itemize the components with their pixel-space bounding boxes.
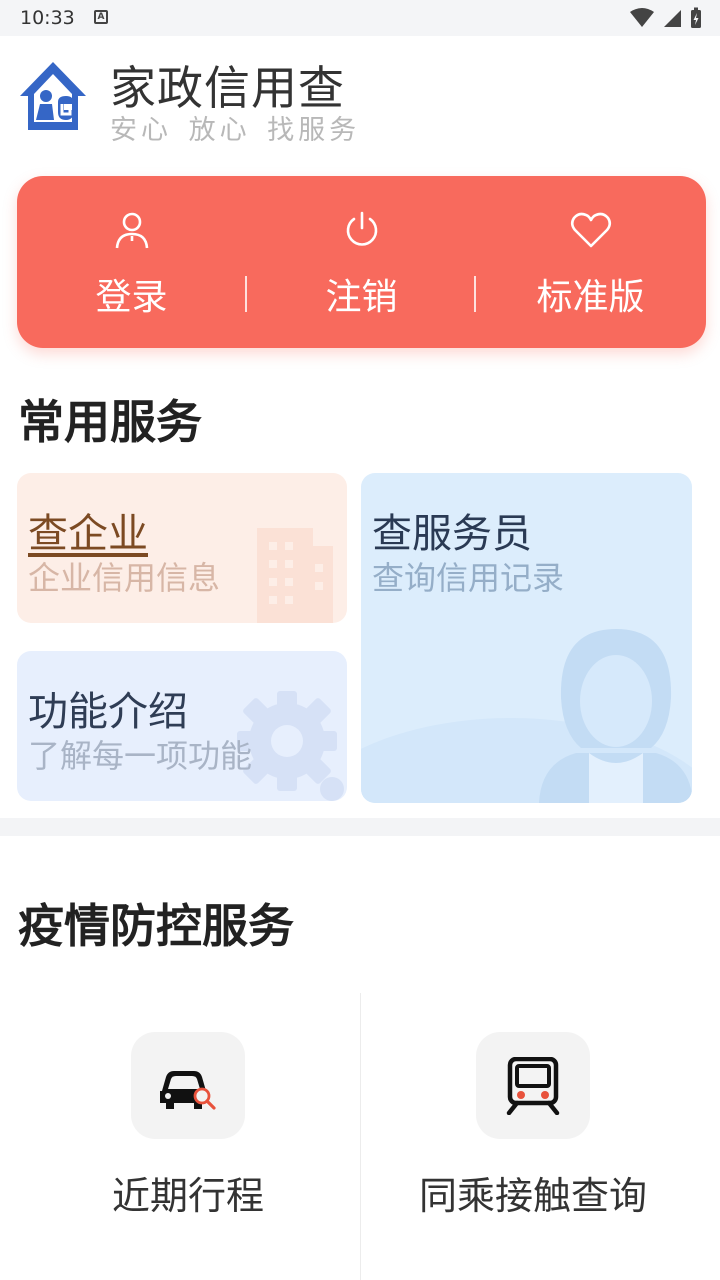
app-header: 家政信用查 安心 放心 找服务 <box>0 36 720 156</box>
recent-trips-icon-box <box>131 1032 245 1139</box>
staff-search-subtitle: 查询信用记录 <box>372 559 565 597</box>
status-bar: 10:33 A <box>0 0 720 36</box>
power-icon <box>346 211 377 246</box>
signal-icon <box>664 10 681 27</box>
login-button[interactable]: 登录 <box>17 176 246 348</box>
feature-intro-subtitle: 了解每一项功能 <box>28 737 253 775</box>
co-passenger-icon-box <box>476 1032 590 1139</box>
staff-search-title: 查服务员 <box>372 511 532 557</box>
company-search-title: 查企业 <box>28 511 148 557</box>
feature-intro-title: 功能介绍 <box>28 689 188 735</box>
epidemic-services-grid: 近期行程 同乘接触查询 <box>0 993 720 1280</box>
notification-a-icon: A <box>94 10 108 24</box>
app-slogan: 安心 放心 找服务 <box>110 115 361 146</box>
standard-version-button[interactable]: 标准版 <box>476 176 705 348</box>
logout-button[interactable]: 注销 <box>247 176 476 348</box>
feature-intro-tile[interactable]: 功能介绍 了解每一项功能 <box>17 651 347 801</box>
epidemic-services-title: 疫情防控服务 <box>18 899 294 953</box>
co-passenger-query-item[interactable]: 同乘接触查询 <box>353 993 713 1280</box>
house-logo-icon <box>20 62 86 130</box>
common-services-title: 常用服务 <box>18 395 202 449</box>
status-time: 10:33 <box>20 7 75 29</box>
heart-icon <box>570 212 611 248</box>
account-action-card: 登录 注销 标准版 <box>17 176 706 348</box>
company-search-tile[interactable]: 查企业 企业信用信息 <box>17 473 347 623</box>
logout-label: 注销 <box>325 277 398 318</box>
login-label: 登录 <box>95 277 168 318</box>
user-icon <box>115 212 148 249</box>
standard-version-label: 标准版 <box>536 277 645 318</box>
wifi-icon <box>630 8 654 27</box>
service-staff-icon <box>361 629 692 803</box>
staff-search-tile[interactable]: 查服务员 查询信用记录 <box>361 473 692 803</box>
recent-trips-item[interactable]: 近期行程 <box>8 993 368 1280</box>
section-separator <box>0 818 720 836</box>
building-icon <box>257 528 333 623</box>
co-passenger-query-label: 同乘接触查询 <box>418 1174 647 1218</box>
car-search-icon <box>160 1071 216 1110</box>
recent-trips-label: 近期行程 <box>111 1174 264 1218</box>
company-search-subtitle: 企业信用信息 <box>28 559 221 597</box>
status-icons <box>630 6 702 30</box>
battery-icon <box>691 7 701 28</box>
train-icon <box>506 1057 560 1115</box>
